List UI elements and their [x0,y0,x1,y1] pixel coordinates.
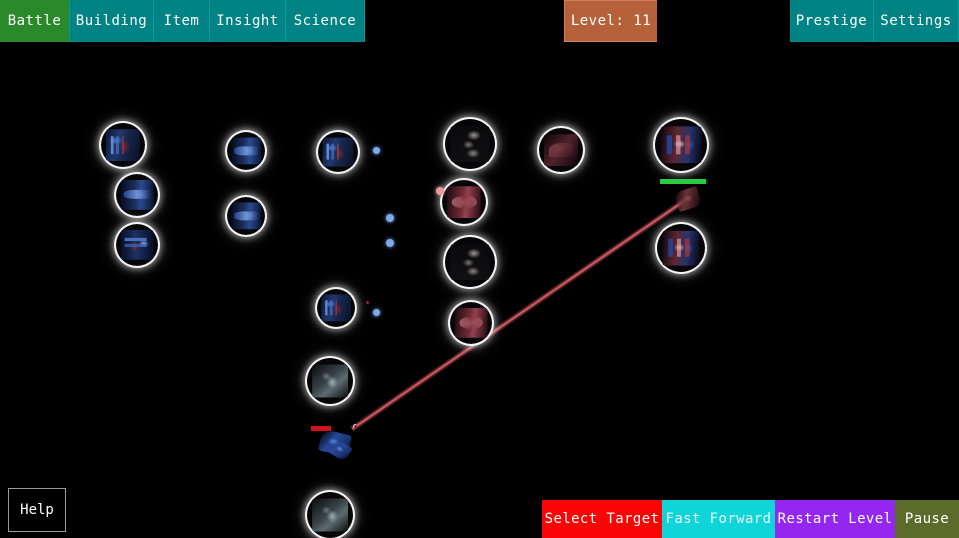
fast-forward-button[interactable]: Fast Forward [662,500,775,538]
unit-sprite-icon [321,294,351,322]
nav-tab-label: Science [293,13,357,29]
nav-tab-label: Settings [880,13,952,29]
nav-tab-building[interactable]: Building [70,0,154,42]
projectile-red-shot-3 [353,424,357,428]
nav-tab-label: Battle [7,13,62,29]
health-bar-fill [311,426,331,431]
nav-tab-label: Prestige [795,13,868,29]
unit-enemy-crab-1[interactable] [442,180,486,224]
projectile-blue-shot-1 [372,146,380,154]
unit-sprite-icon [312,364,348,398]
nav-tab-insight[interactable]: Insight [210,0,286,42]
action-button-label: Restart Level [777,511,893,527]
unit-sprite-icon [662,230,700,266]
unit-player-cruiser-1[interactable] [101,123,145,167]
health-bar-enemy-boss-health [660,179,708,184]
unit-sprite-icon [446,186,482,218]
unit-sprite-icon [231,202,261,230]
nav-tab-battle[interactable]: Battle [0,0,70,42]
health-bar-player-ship-health [311,426,331,431]
unit-sprite-icon [450,244,490,280]
unit-player-fighter-1[interactable] [227,132,265,170]
unit-enemy-asteroid-2[interactable] [445,237,495,287]
help-button-label: Help [20,502,54,518]
nav-tab-item[interactable]: Item [154,0,210,42]
unit-sprite-icon [322,137,354,167]
pause-button[interactable]: Pause [895,500,959,538]
laser-beam-core [351,198,688,430]
unit-player-cruiser-3[interactable] [116,224,158,266]
unit-sprite-icon [450,126,490,162]
unit-sprite-icon [105,129,141,161]
nav-tab-prestige[interactable]: Prestige [790,0,874,42]
top-nav-bar: Battle Building Item Insight Science Prestige… [0,0,959,42]
sprite-enemy-laser-ship[interactable] [673,185,703,213]
unit-player-scout-2[interactable] [307,492,353,538]
unit-enemy-raider-1[interactable] [539,128,583,172]
nav-tab-settings[interactable]: Settings [874,0,959,42]
health-bar-fill [660,179,707,184]
unit-enemy-asteroid-1[interactable] [445,119,495,169]
projectile-blue-shot-2 [386,214,394,222]
restart-level-button[interactable]: Restart Level [775,500,895,538]
laser-beam-glow [350,196,689,432]
unit-enemy-boss-2[interactable] [657,224,705,272]
unit-sprite-icon [312,498,348,532]
level-badge: Level: 11 [564,0,657,42]
battlefield-canvas[interactable] [0,42,959,538]
help-button[interactable]: Help [8,488,66,532]
nav-tab-label: Item [163,13,200,29]
action-button-label: Fast Forward [665,511,772,527]
projectile-red-shot-2 [365,300,369,304]
nav-tab-label: Insight [216,13,279,29]
unit-sprite-icon [454,307,488,339]
unit-sprite-icon [231,137,261,165]
unit-player-gunship-1[interactable] [318,132,358,172]
projectile-red-shot-1 [436,187,444,195]
projectile-blue-shot-4 [372,308,380,316]
unit-sprite-icon [660,126,702,164]
unit-sprite-icon [543,134,579,166]
action-button-label: Select Target [544,511,660,527]
unit-player-fighter-2[interactable] [227,197,265,235]
unit-player-gunship-2[interactable] [317,289,355,327]
level-badge-label: Level: 11 [570,13,652,29]
unit-enemy-boss-1[interactable] [655,119,707,171]
action-button-label: Pause [904,511,950,527]
nav-tab-label: Building [75,13,148,29]
projectile-blue-shot-3 [386,239,394,247]
unit-sprite-icon [120,179,154,211]
unit-player-scout-1[interactable] [307,358,353,404]
select-target-button[interactable]: Select Target [542,500,662,538]
unit-player-cruiser-2[interactable] [116,174,158,216]
nav-tab-science[interactable]: Science [286,0,365,42]
unit-sprite-icon [120,229,154,261]
laser-beam-layer [350,196,689,432]
unit-enemy-crab-2[interactable] [450,302,492,344]
